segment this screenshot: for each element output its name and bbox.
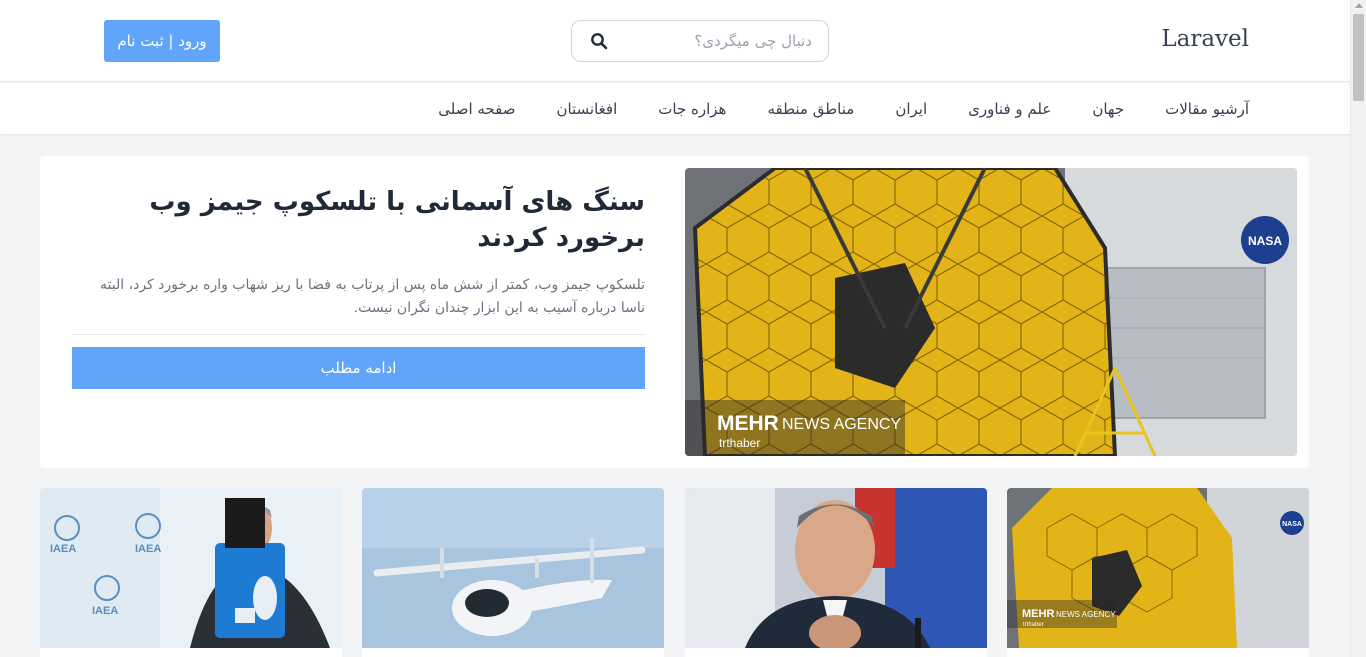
nasa-badge: NASA [1248, 234, 1282, 248]
nav-item-iran[interactable]: ایران [895, 100, 927, 118]
featured-image[interactable]: NASA MEHR NEWS AGENCY trthaber [685, 168, 1297, 456]
nav-item-science-tech[interactable]: علم و فناوری [968, 100, 1051, 118]
featured-article: NASA MEHR NEWS AGENCY trthaber سنگ های آ… [40, 156, 1309, 468]
search-icon[interactable] [590, 32, 608, 50]
divider [72, 334, 645, 335]
nasa-badge: NASA [1282, 521, 1302, 528]
vertical-scrollbar[interactable] [1350, 0, 1366, 657]
search-box [571, 20, 829, 62]
search-input[interactable] [622, 32, 812, 50]
read-more-button[interactable]: ادامه مطلب [72, 347, 645, 389]
card-image [685, 488, 987, 648]
iaea-logo-text: IAEA [50, 543, 76, 555]
main-nav: صفحه اصلی افغانستان هزاره جات مناطق منطق… [0, 83, 1350, 135]
watermark-agency: NEWS AGENCY [1056, 610, 1116, 619]
watermark-agency: NEWS AGENCY [782, 416, 901, 433]
card-image: NASA MEHR NEWS AGENCY trthaber [1007, 488, 1309, 648]
iaea-logo-text: IAEA [135, 543, 161, 555]
scroll-up-arrow-icon[interactable] [1355, 3, 1363, 8]
nav-item-world[interactable]: جهان [1092, 100, 1124, 118]
article-card-aircraft[interactable] [362, 488, 664, 657]
featured-excerpt: تلسکوپ جیمز وب، کمتر از شش ماه پس از پرت… [100, 277, 645, 316]
card-image: IAEA IAEA IAEA [40, 488, 342, 648]
watermark-brand: MEHR [717, 412, 779, 435]
nav-item-regions[interactable]: مناطق منطقه [767, 100, 854, 118]
nav-item-hazarajat[interactable]: هزاره جات [658, 100, 726, 118]
featured-body: سنگ های آسمانی با تلسکوپ جیمز وب برخورد … [72, 184, 645, 389]
nav-item-archive[interactable]: آرشیو مقالات [1165, 100, 1249, 118]
nav-list: صفحه اصلی افغانستان هزاره جات مناطق منطق… [438, 83, 1249, 135]
featured-title[interactable]: سنگ های آسمانی با تلسکوپ جیمز وب برخورد … [72, 184, 645, 256]
watermark-source: trthaber [1023, 622, 1044, 628]
nav-item-home[interactable]: صفحه اصلی [438, 100, 515, 118]
article-card-iaea[interactable]: IAEA IAEA IAEA [40, 488, 342, 657]
scroll-thumb[interactable] [1353, 14, 1364, 101]
login-register-button[interactable]: ورود | ثبت نام [104, 20, 220, 62]
article-card-politician[interactable] [685, 488, 987, 657]
watermark-source: trthaber [719, 436, 760, 450]
site-header: Laravel ورود | ثبت نام [0, 0, 1350, 82]
card-image [362, 488, 664, 648]
nav-item-afghanistan[interactable]: افغانستان [556, 100, 617, 118]
site-brand[interactable]: Laravel [1161, 26, 1249, 52]
article-card-telescope[interactable]: NASA MEHR NEWS AGENCY trthaber [1007, 488, 1309, 657]
watermark-brand: MEHR [1022, 608, 1054, 620]
iaea-logo-text: IAEA [92, 605, 118, 617]
